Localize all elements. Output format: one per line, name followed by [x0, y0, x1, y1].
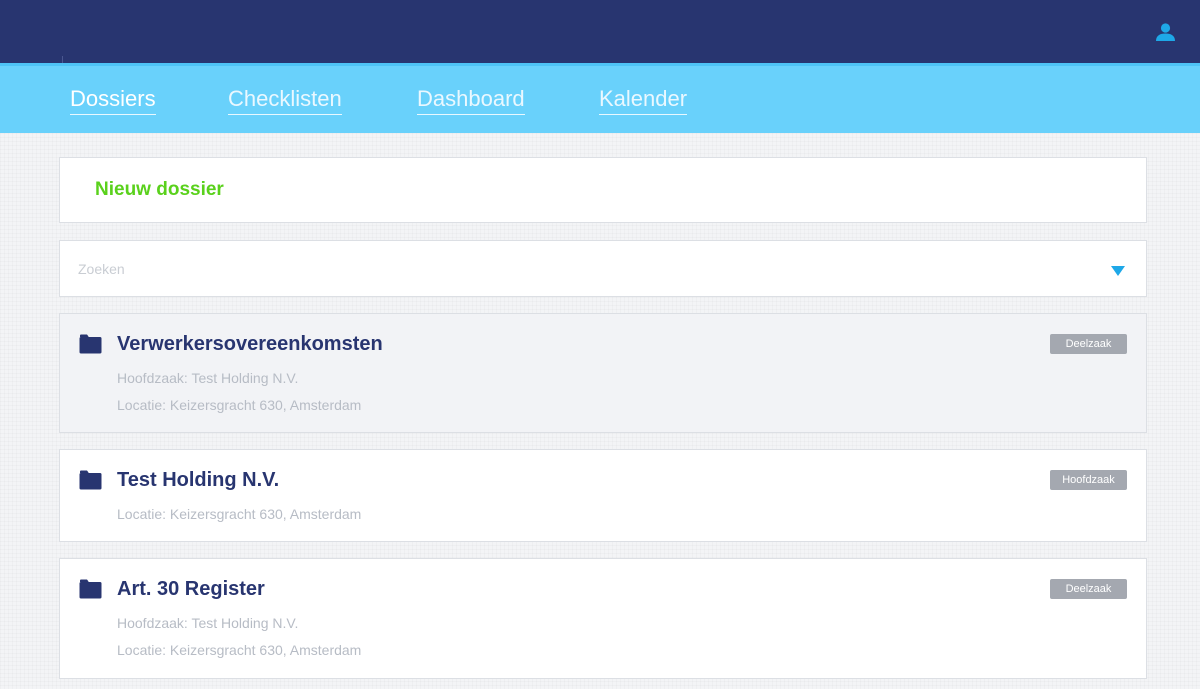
search-input[interactable]: [78, 258, 1078, 280]
dossier-locatie: Locatie: Keizersgracht 630, Amsterdam: [117, 642, 362, 658]
main-nav: Dossiers Checklisten Dashboard Kalender: [0, 63, 1200, 133]
dossier-hoofdzaak: Hoofdzaak: Test Holding N.V.: [117, 615, 299, 631]
folder-icon: [79, 334, 102, 354]
dossier-title[interactable]: Verwerkersovereenkomsten: [117, 333, 383, 356]
folder-icon: [79, 579, 102, 599]
new-dossier-button[interactable]: Nieuw dossier: [95, 179, 224, 201]
search-panel: [59, 240, 1147, 297]
list-item[interactable]: Test Holding N.V. Locatie: Keizersgracht…: [59, 449, 1147, 542]
list-item[interactable]: Verwerkersovereenkomsten Hoofdzaak: Test…: [59, 313, 1147, 433]
dossier-title[interactable]: Art. 30 Register: [117, 578, 265, 601]
folder-icon: [79, 470, 102, 490]
top-bar: [0, 0, 1200, 63]
list-item[interactable]: Art. 30 Register Hoofdzaak: Test Holding…: [59, 558, 1147, 679]
status-badge: Deelzaak: [1050, 334, 1127, 354]
tab-dossiers[interactable]: Dossiers: [70, 86, 156, 115]
status-badge: Hoofdzaak: [1050, 470, 1127, 490]
dossier-title[interactable]: Test Holding N.V.: [117, 469, 279, 492]
dossier-locatie: Locatie: Keizersgracht 630, Amsterdam: [117, 397, 362, 413]
dossier-list-page: Nieuw dossier Verwerkersovereenkomsten H…: [0, 133, 1200, 689]
user-icon[interactable]: [1155, 23, 1176, 41]
dossier-locatie: Locatie: Keizersgracht 630, Amsterdam: [117, 506, 362, 522]
divider: [62, 56, 63, 63]
chevron-down-icon[interactable]: [1111, 266, 1125, 276]
tab-checklisten[interactable]: Checklisten: [228, 86, 342, 115]
status-badge: Deelzaak: [1050, 579, 1127, 599]
new-dossier-panel: Nieuw dossier: [59, 157, 1147, 223]
tab-kalender[interactable]: Kalender: [599, 86, 688, 115]
tab-dashboard[interactable]: Dashboard: [417, 86, 525, 115]
dossier-hoofdzaak: Hoofdzaak: Test Holding N.V.: [117, 370, 299, 386]
